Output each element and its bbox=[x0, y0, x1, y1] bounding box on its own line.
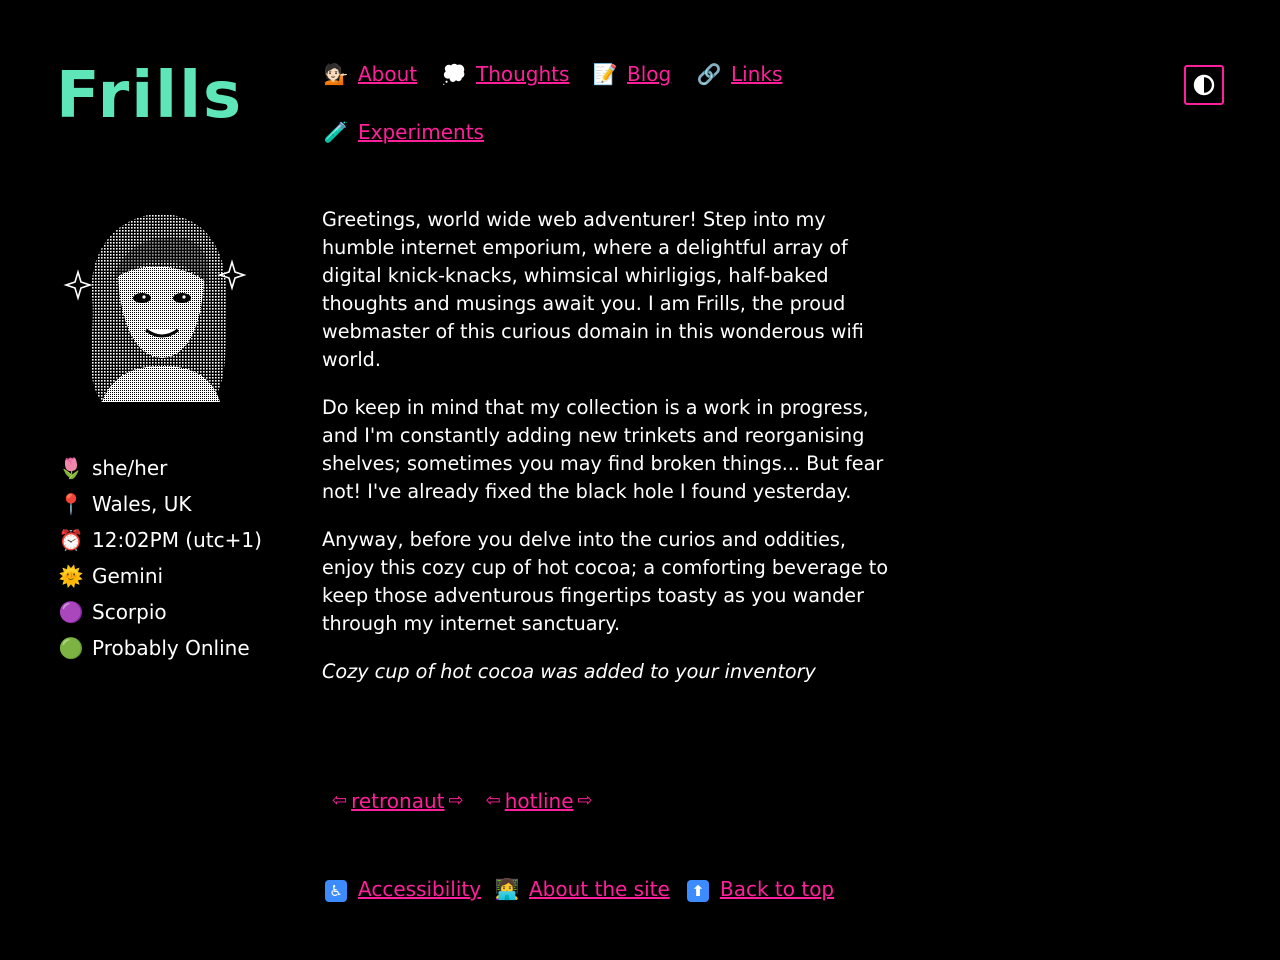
webrings: ⇦ retronaut ⇨ ⇦ hotline ⇨ bbox=[328, 786, 611, 816]
nav-link-links[interactable]: Links bbox=[731, 58, 782, 90]
green-circle-icon: 🟢 bbox=[58, 636, 84, 660]
footer-link-about-site[interactable]: About the site bbox=[529, 872, 670, 906]
webring-retronaut-prev-arrow[interactable]: ⇦ bbox=[332, 786, 347, 816]
profile-status-text: Probably Online bbox=[92, 636, 250, 660]
webring-retronaut-next-arrow[interactable]: ⇨ bbox=[449, 786, 464, 816]
webring-retronaut: ⇦ retronaut ⇨ bbox=[328, 786, 468, 816]
profile-list: 🌷 she/her 📍 Wales, UK ⏰ 12:02PM (utc+1) … bbox=[58, 450, 262, 666]
up-arrow-icon: ⬆ bbox=[684, 872, 712, 906]
nav-link-experiments[interactable]: Experiments bbox=[358, 116, 484, 148]
contrast-half-circle-icon bbox=[1193, 74, 1215, 96]
site-logo[interactable]: Frills bbox=[56, 58, 243, 134]
alarm-clock-icon: ⏰ bbox=[58, 528, 84, 552]
footer-item-accessibility[interactable]: ♿ Accessibility bbox=[322, 872, 481, 906]
nav-link-about[interactable]: About bbox=[358, 58, 417, 90]
webring-hotline: ⇦ hotline ⇨ bbox=[482, 786, 597, 816]
profile-time: ⏰ 12:02PM (utc+1) bbox=[58, 522, 262, 558]
wheelchair-icon: ♿ bbox=[322, 872, 350, 906]
sun-with-face-icon: 🌞 bbox=[58, 564, 84, 588]
nav-item-thoughts[interactable]: 💭 Thoughts bbox=[440, 58, 570, 90]
work-in-progress-paragraph: Do keep in mind that my collection is a … bbox=[322, 396, 884, 503]
nav-link-thoughts[interactable]: Thoughts bbox=[476, 58, 569, 90]
profile-moon-sign: 🟣 Scorpio bbox=[58, 594, 262, 630]
profile-location: 📍 Wales, UK bbox=[58, 486, 262, 522]
thought-balloon-icon: 💭 bbox=[441, 62, 467, 86]
profile-location-text: Wales, UK bbox=[92, 492, 192, 516]
profile-sun-sign: 🌞 Gemini bbox=[58, 558, 262, 594]
theme-toggle-button[interactable] bbox=[1184, 65, 1224, 105]
webring-hotline-prev-arrow[interactable]: ⇦ bbox=[486, 786, 501, 816]
tulip-icon: 🌷 bbox=[58, 456, 84, 480]
round-pushpin-icon: 📍 bbox=[58, 492, 84, 516]
purple-moon-face-icon: 🟣 bbox=[58, 600, 84, 624]
profile-pronouns: 🌷 she/her bbox=[58, 450, 262, 486]
technologist-icon: 👩‍💻 bbox=[494, 877, 520, 901]
profile-moon-sign-text: Scorpio bbox=[92, 600, 167, 624]
nav-item-blog[interactable]: 📝 Blog bbox=[591, 58, 672, 90]
test-tube-icon: 🧪 bbox=[323, 120, 349, 144]
nav-link-blog[interactable]: Blog bbox=[627, 58, 671, 90]
profile-pronouns-text: she/her bbox=[92, 456, 168, 480]
profile-sun-sign-text: Gemini bbox=[92, 564, 164, 588]
footer-item-about-site[interactable]: 👩‍💻 About the site bbox=[493, 872, 670, 906]
nav-item-about[interactable]: 💁🏻 About bbox=[322, 58, 418, 90]
nav-item-experiments[interactable]: 🧪 Experiments bbox=[322, 116, 484, 148]
link-icon: 🔗 bbox=[696, 62, 722, 86]
webring-hotline-next-arrow[interactable]: ⇨ bbox=[578, 786, 593, 816]
profile-time-text: 12:02PM (utc+1) bbox=[92, 528, 262, 552]
cocoa-paragraph: Anyway, before you delve into the curios… bbox=[322, 528, 889, 635]
nav-item-links[interactable]: 🔗 Links bbox=[695, 58, 783, 90]
intro-paragraph: Greetings, world wide web adventurer! St… bbox=[322, 208, 864, 371]
webring-hotline-link[interactable]: hotline bbox=[505, 786, 574, 816]
memo-icon: 📝 bbox=[592, 62, 618, 86]
profile-status: 🟢 Probably Online bbox=[58, 630, 262, 666]
footer-link-accessibility[interactable]: Accessibility bbox=[358, 872, 481, 906]
page: Frills 💁🏻 About 💭 Thoughts 📝 Blog 🔗 Link… bbox=[0, 0, 1280, 960]
inventory-note: Cozy cup of hot cocoa was added to your … bbox=[322, 660, 816, 683]
footer-item-back-to-top[interactable]: ⬆ Back to top bbox=[684, 872, 834, 906]
avatar bbox=[62, 206, 252, 410]
footer-link-back-to-top[interactable]: Back to top bbox=[720, 872, 834, 906]
main-content: Greetings, world wide web adventurer! St… bbox=[322, 206, 902, 706]
webring-retronaut-link[interactable]: retronaut bbox=[351, 786, 444, 816]
person-tipping-hand-icon: 💁🏻 bbox=[323, 62, 349, 86]
